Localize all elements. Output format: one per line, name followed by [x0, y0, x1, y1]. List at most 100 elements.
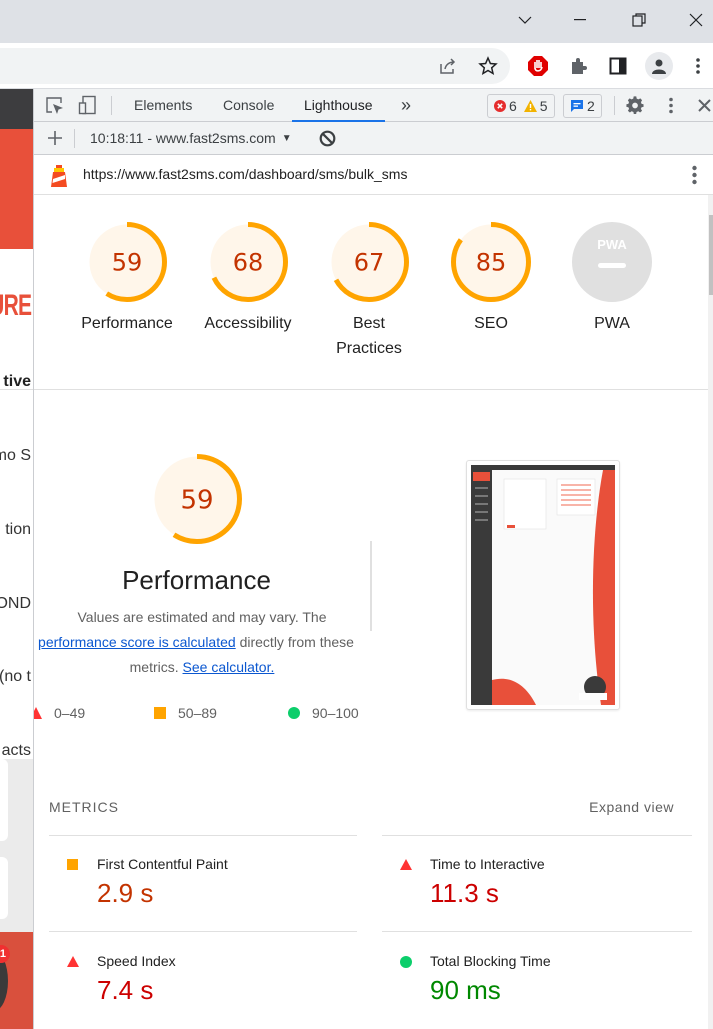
legend-range: 90–100: [312, 705, 359, 721]
adblock-icon[interactable]: [526, 54, 550, 78]
gauge-score: 59: [180, 485, 213, 515]
close-devtools-icon[interactable]: [698, 99, 711, 117]
report-selector[interactable]: 10:18:11 - www.fast2sms.com ▼: [90, 122, 292, 155]
expand-view-toggle[interactable]: Expand view: [589, 799, 674, 815]
page-content-strip: URE tive mo S tion OND (no t acts 1: [0, 89, 33, 1029]
metric-name: First Contentful Paint: [97, 856, 228, 872]
legend-fail: 0–49: [34, 705, 85, 721]
page-fragment: OND: [0, 595, 31, 612]
page-fragment: tion: [5, 521, 31, 538]
warning-count: 5: [539, 98, 548, 114]
square-icon: [154, 707, 166, 719]
vertical-divider: [370, 541, 372, 631]
tab-console[interactable]: Console: [223, 89, 274, 122]
see-calculator-link[interactable]: See calculator.: [183, 659, 275, 675]
window-title-bar: [0, 0, 713, 43]
separator: [111, 96, 112, 115]
warning-icon: [523, 100, 537, 112]
metric-divider: [382, 931, 692, 932]
message-icon: [571, 100, 583, 112]
metric-divider: [382, 835, 692, 836]
browser-toolbar: [0, 43, 713, 89]
gauge-best-practices[interactable]: 67 Best Practices: [314, 221, 424, 361]
gauge-performance[interactable]: 59 Performance: [72, 221, 182, 336]
report-selector-label: 10:18:11 - www.fast2sms.com: [90, 130, 276, 146]
legend-pass: 90–100: [288, 705, 359, 721]
settings-gear-icon[interactable]: [626, 96, 645, 120]
extensions-icon[interactable]: [566, 54, 590, 78]
score-calculation-link[interactable]: performance score is calculated: [38, 634, 236, 650]
tab-elements[interactable]: Elements: [134, 89, 192, 122]
report-url[interactable]: https://www.fast2sms.com/dashboard/sms/b…: [83, 166, 407, 182]
page-card: [0, 857, 8, 919]
metric-name: Total Blocking Time: [430, 953, 551, 969]
metric-divider: [49, 835, 357, 836]
device-toolbar-icon[interactable]: [78, 95, 98, 120]
share-icon[interactable]: [436, 54, 460, 78]
lighthouse-toolbar: 10:18:11 - www.fast2sms.com ▼: [34, 122, 713, 155]
gauge-label: Best Practices: [336, 315, 402, 357]
page-screenshot-image: [471, 465, 615, 705]
separator: [614, 96, 615, 115]
gauge-ring: 59: [152, 454, 242, 544]
metric-value: 11.3 s: [430, 878, 499, 908]
page-header-dark: [0, 89, 33, 129]
metric-divider: [49, 931, 357, 932]
side-panel-icon[interactable]: [606, 54, 630, 78]
circle-icon: [288, 707, 300, 719]
lighthouse-report: 59 Performance 68 Accessibility 67 Best …: [34, 195, 708, 1029]
address-bar[interactable]: [0, 48, 510, 84]
gauge-label: Performance: [81, 315, 173, 332]
page-fragment: URE: [0, 289, 32, 322]
report-scrollbar[interactable]: [708, 195, 713, 1029]
messages-counter[interactable]: 2: [563, 94, 602, 118]
gauge-score: 67: [354, 249, 385, 277]
close-window-icon[interactable]: [682, 8, 710, 32]
final-screenshot-thumbnail[interactable]: [466, 460, 620, 710]
triangle-icon: [34, 707, 42, 719]
metric-value: 7.4 s: [97, 975, 154, 1005]
profile-icon[interactable]: [645, 52, 673, 80]
minimize-icon[interactable]: [566, 8, 594, 32]
desc-text: Values are estimated and may vary. The: [77, 609, 327, 625]
devtools-panel: Elements Console Lighthouse » 6 5 2 10:1…: [33, 89, 713, 1029]
pwa-badge-text: PWA: [597, 237, 627, 252]
clear-reports-icon[interactable]: [319, 130, 336, 152]
devtools-tab-bar: Elements Console Lighthouse » 6 5 2: [34, 89, 713, 122]
triangle-icon: [67, 956, 79, 967]
error-count: 6: [509, 98, 517, 114]
inspect-element-icon[interactable]: [46, 97, 64, 120]
gauge-ring: 59: [87, 222, 167, 302]
desc-text: metrics.: [129, 659, 179, 675]
pwa-badge-icon: PWA: [572, 222, 652, 302]
gauge-score: 85: [476, 249, 507, 277]
new-report-plus-icon[interactable]: [48, 131, 62, 150]
gauge-seo[interactable]: 85 SEO: [436, 221, 546, 336]
circle-icon: [400, 956, 412, 968]
metric-value: 90 ms: [430, 975, 501, 1005]
tab-search-chevron-icon[interactable]: [511, 8, 539, 32]
scrollbar-thumb[interactable]: [709, 215, 713, 295]
page-fragment: (no t: [0, 668, 31, 685]
tab-lighthouse[interactable]: Lighthouse: [292, 89, 385, 122]
more-tabs-icon[interactable]: »: [401, 89, 411, 122]
desc-text: directly from these: [239, 634, 354, 650]
report-menu-icon[interactable]: [692, 165, 697, 190]
metric-name: Time to Interactive: [430, 856, 545, 872]
metrics-header: METRICS: [49, 799, 119, 815]
legend-average: 50–89: [154, 705, 217, 721]
devtools-menu-icon[interactable]: [669, 97, 673, 119]
browser-menu-icon[interactable]: [686, 54, 710, 78]
bookmark-star-icon[interactable]: [476, 54, 500, 78]
page-fragment: mo S: [0, 447, 31, 464]
gauge-label: PWA: [594, 315, 630, 332]
gauge-accessibility[interactable]: 68 Accessibility: [193, 221, 303, 336]
metric-name: Speed Index: [97, 953, 176, 969]
gauge-pwa[interactable]: PWA PWA: [557, 221, 667, 336]
restore-icon[interactable]: [625, 8, 653, 32]
page-banner-red: [0, 129, 33, 249]
gauge-label: Accessibility: [204, 315, 292, 332]
performance-description: Values are estimated and may vary. The p…: [34, 605, 370, 680]
legend-range: 0–49: [54, 705, 86, 721]
issues-counter[interactable]: 6 5: [487, 94, 555, 118]
